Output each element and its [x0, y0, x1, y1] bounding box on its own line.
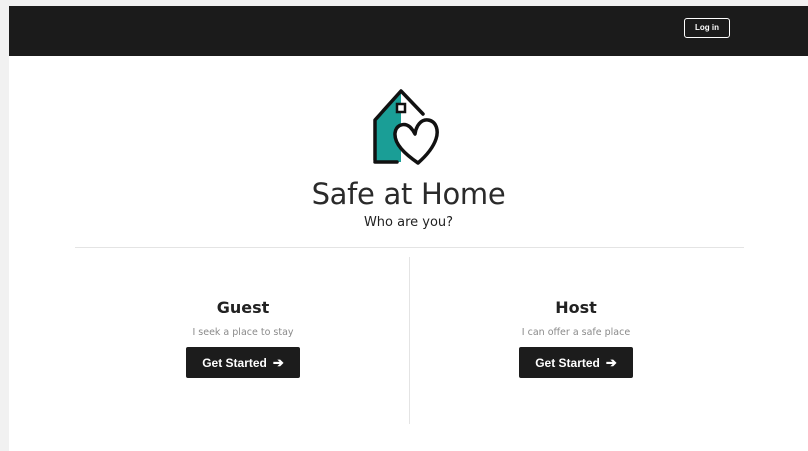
- horizontal-divider: [75, 247, 744, 248]
- guest-get-started-button[interactable]: Get Started ➔: [186, 347, 300, 378]
- guest-option: Guest I seek a place to stay Get Started…: [93, 298, 393, 378]
- guest-description: I seek a place to stay: [192, 327, 294, 338]
- login-button[interactable]: Log in: [684, 18, 730, 38]
- host-button-label: Get Started: [535, 355, 600, 370]
- arrow-right-icon: ➔: [605, 355, 617, 370]
- house-heart-icon: [373, 89, 439, 165]
- top-navbar: Log in: [9, 6, 808, 56]
- page: Log in Safe at Home Who are you? Guest I…: [9, 6, 808, 451]
- role-prompt: Who are you?: [363, 215, 454, 230]
- guest-title: Guest: [216, 298, 270, 317]
- host-description: I can offer a safe place: [521, 327, 631, 338]
- arrow-right-icon: ➔: [272, 355, 284, 370]
- app-title: Safe at Home: [311, 177, 506, 211]
- host-get-started-button[interactable]: Get Started ➔: [519, 347, 633, 378]
- host-title: Host: [555, 298, 597, 317]
- host-option: Host I can offer a safe place Get Starte…: [426, 298, 726, 378]
- guest-button-label: Get Started: [202, 355, 267, 370]
- vertical-divider: [409, 257, 410, 424]
